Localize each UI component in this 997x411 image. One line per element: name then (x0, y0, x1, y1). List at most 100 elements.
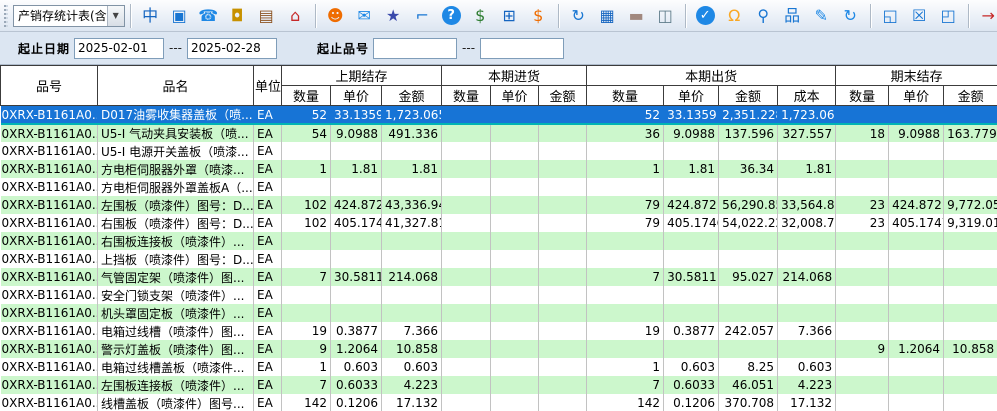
lock-key-button[interactable]: ◘ (223, 2, 252, 30)
group-period-purchase[interactable]: 本期进货 (442, 66, 587, 86)
cell-name: 方电柜伺服器外罩（喷漆... (98, 160, 254, 178)
col-out-amount[interactable]: 金额 (719, 86, 778, 106)
toolbar-grip[interactable] (4, 5, 8, 27)
refresh-button[interactable]: ↻ (836, 2, 865, 30)
table-row[interactable]: 0XRX-B1161A0...警示灯盖板（喷漆件）图...EA91.206410… (1, 340, 997, 358)
key-button[interactable]: ⌐ (408, 2, 437, 30)
cart-button[interactable]: ⊞ (495, 2, 524, 30)
cascade-windows-button[interactable]: ◰ (934, 2, 963, 30)
cell-num: 9,772.056 (944, 196, 997, 214)
toolbar-separator (685, 4, 686, 28)
monitor-edit-icon: ✎ (810, 5, 832, 27)
cell-num (331, 142, 382, 160)
table-row[interactable]: 0XRX-B1161A0...右围板（喷漆件）图号：D...EA102405.1… (1, 214, 997, 232)
date-from-input[interactable] (74, 38, 164, 59)
item-to-input[interactable] (480, 38, 564, 59)
item-from-input[interactable] (373, 38, 457, 59)
card-star-button[interactable]: ★ (379, 2, 408, 30)
window-restore-button[interactable]: ◱ (876, 2, 905, 30)
desktop-button[interactable]: ▣ (165, 2, 194, 30)
col-end-amount[interactable]: 金额 (944, 86, 997, 106)
cell-num (944, 376, 997, 394)
group-period-shipment[interactable]: 本期出货 (587, 66, 836, 86)
cell-num: 7.366 (382, 322, 442, 340)
org-chart-button[interactable]: 品 (778, 2, 807, 30)
col-out-price[interactable]: 单价 (664, 86, 719, 106)
phone-button[interactable]: ☎ (194, 2, 223, 30)
table-row[interactable]: 0XRX-B1161A0...机头罩固定板（喷漆件）...EA (1, 304, 997, 322)
sync-center-button[interactable]: 中 (136, 2, 165, 30)
toolbar-separator (968, 4, 969, 28)
col-end-price[interactable]: 单价 (889, 86, 944, 106)
cell-num (944, 322, 997, 340)
col-purch-amount[interactable]: 金额 (539, 86, 587, 106)
cell-num: 52 (587, 106, 664, 125)
archive-box-button[interactable]: ▬ (622, 2, 651, 30)
table-row[interactable]: 0XRX-B1161A0...右围板连接板（喷漆件）...EA (1, 232, 997, 250)
cell-num (719, 178, 778, 196)
cell-id: 0XRX-B1161A0... (1, 250, 98, 268)
report-type-select[interactable]: 产销存统计表(含 ▼ (13, 5, 125, 27)
table-row[interactable]: 0XRX-B1161A0...方电柜伺服器外罩盖板A（...EA (1, 178, 997, 196)
mail-button[interactable]: ✉ (350, 2, 379, 30)
help-button[interactable]: ? (437, 2, 466, 30)
table-row[interactable]: 0XRX-B1161A0...安全门锁支架（喷漆件）...EA (1, 286, 997, 304)
table-row[interactable]: 0XRX-B1161A0...左围板（喷漆件）图号：D...EA102424.8… (1, 196, 997, 214)
table-row[interactable]: 0XRX-B1161A0...U5-I 气动夹具安装板（喷...EA549.09… (1, 124, 997, 142)
monitor-edit-button[interactable]: ✎ (807, 2, 836, 30)
cell-unit: EA (254, 376, 282, 394)
col-item-no[interactable]: 品号 (1, 66, 98, 106)
table-row[interactable]: 0XRX-B1161A0...线槽盖板（喷漆件）图号...EA1420.1206… (1, 394, 997, 411)
cell-num: 1.81 (331, 160, 382, 178)
doc-refresh-button[interactable]: ↻ (564, 2, 593, 30)
cell-num (719, 250, 778, 268)
window-close-button[interactable]: ☒ (905, 2, 934, 30)
cell-num (491, 322, 539, 340)
home-button[interactable]: ⌂ (281, 2, 310, 30)
cell-num (889, 304, 944, 322)
col-purch-qty[interactable]: 数量 (442, 86, 491, 106)
check-circle-button[interactable]: ✓ (691, 2, 720, 30)
dollar-button[interactable]: $ (466, 2, 495, 30)
person-dollar-button[interactable]: $ (524, 2, 553, 30)
col-end-qty[interactable]: 数量 (836, 86, 889, 106)
users-button[interactable]: ☻ (321, 2, 350, 30)
table-row[interactable]: 0XRX-B1161A0...电箱过线槽盖板（喷漆件...EA10.6030.6… (1, 358, 997, 376)
table-row[interactable]: 0XRX-B1161A0...上挡板（喷漆件）图号：D...EA (1, 250, 997, 268)
date-to-input[interactable] (187, 38, 277, 59)
col-out-qty[interactable]: 数量 (587, 86, 664, 106)
calculator-button[interactable]: ▦ (593, 2, 622, 30)
cell-num: 0.603 (331, 358, 382, 376)
table-row[interactable]: 0XRX-B1161A0...U5-I 电源开关盖板（喷漆...EA (1, 142, 997, 160)
exit-door-button[interactable]: → (974, 2, 997, 30)
bell-button[interactable]: Ω (720, 2, 749, 30)
search-doc-button[interactable]: ⚲ (749, 2, 778, 30)
copy-button[interactable]: ◫ (651, 2, 680, 30)
briefcase-button[interactable]: ▤ (252, 2, 281, 30)
cell-num: 52 (282, 106, 331, 125)
table-row[interactable]: 0XRX-B1161A0...方电柜伺服器外罩（喷漆...EA11.811.81… (1, 160, 997, 178)
group-end-balance[interactable]: 期末结存 (836, 66, 997, 86)
col-unit[interactable]: 单位 (254, 66, 282, 106)
cell-num (491, 286, 539, 304)
cell-num: 7 (587, 376, 664, 394)
cell-num (382, 232, 442, 250)
col-prev-qty[interactable]: 数量 (282, 86, 331, 106)
group-prev-balance[interactable]: 上期结存 (282, 66, 442, 86)
cell-num (944, 142, 997, 160)
table-row[interactable]: 0XRX-B1161A0...左围板连接板（喷漆件）...EA70.60334.… (1, 376, 997, 394)
col-purch-price[interactable]: 单价 (491, 86, 539, 106)
statistics-grid: 品号 品名 单位 上期结存 本期进货 本期出货 期末结存 数量 单价 金额 数量… (0, 65, 997, 411)
col-prev-amount[interactable]: 金额 (382, 86, 442, 106)
cell-num (491, 376, 539, 394)
cell-num (889, 322, 944, 340)
table-row[interactable]: 0XRX-B1161A0...气管固定架（喷漆件）图...EA730.58112… (1, 268, 997, 286)
table-row[interactable]: 0XRX-B1161A0...D017油雾收集器盖板（喷...EA5233.13… (1, 106, 997, 125)
col-prev-price[interactable]: 单价 (331, 86, 382, 106)
cell-num (491, 106, 539, 125)
col-out-cost[interactable]: 成本 (778, 86, 836, 106)
cell-name: D017油雾收集器盖板（喷... (98, 106, 254, 125)
table-row[interactable]: 0XRX-B1161A0...电箱过线槽（喷漆件）图...EA190.38777… (1, 322, 997, 340)
col-item-name[interactable]: 品名 (98, 66, 254, 106)
cell-num (889, 394, 944, 411)
